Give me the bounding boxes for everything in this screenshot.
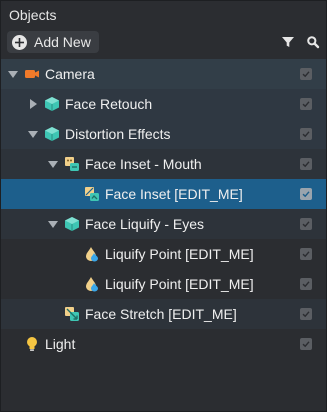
visibility-checkbox[interactable] <box>300 248 312 260</box>
tree-item-label: Face Stretch [EDIT_ME] <box>85 306 237 322</box>
tree-item-camera[interactable]: Camera <box>1 59 326 89</box>
tree-item-liquify-point[interactable]: Liquify Point [EDIT_ME] <box>1 239 326 269</box>
tree-item-label: Face Liquify - Eyes <box>85 216 205 232</box>
visibility-checkbox[interactable] <box>300 68 312 80</box>
face-cube-icon <box>44 96 60 112</box>
object-tree: Camera Face Retouch Distortion Effects F… <box>1 59 326 359</box>
plus-icon <box>12 34 27 50</box>
expand-arrow-icon[interactable] <box>48 159 58 169</box>
tree-item-label: Distortion Effects <box>65 126 171 142</box>
tree-item-face-inset-edit-me[interactable]: Face Inset [EDIT_ME] <box>1 179 326 209</box>
visibility-checkbox[interactable] <box>300 98 312 110</box>
tree-item-label: Liquify Point [EDIT_ME] <box>105 276 254 292</box>
visibility-checkbox[interactable] <box>300 278 312 290</box>
visibility-checkbox[interactable] <box>300 188 312 200</box>
tree-item-face-stretch[interactable]: Face Stretch [EDIT_ME] <box>1 299 326 329</box>
tree-item-label: Face Inset [EDIT_ME] <box>105 186 243 202</box>
face-inset-icon <box>64 156 80 172</box>
tree-item-label: Light <box>45 336 76 352</box>
liquify-drop-icon <box>84 276 100 292</box>
expand-arrow-icon[interactable] <box>8 69 18 79</box>
search-icon[interactable] <box>306 35 320 49</box>
visibility-checkbox[interactable] <box>300 128 312 140</box>
collapse-arrow-icon[interactable] <box>28 99 38 109</box>
tree-item-face-retouch[interactable]: Face Retouch <box>1 89 326 119</box>
face-stretch-icon <box>64 306 80 322</box>
panel-title: Objects <box>9 7 57 23</box>
tree-item-light[interactable]: Light <box>1 329 326 359</box>
tree-item-liquify-point[interactable]: Liquify Point [EDIT_ME] <box>1 269 326 299</box>
add-new-label: Add New <box>34 34 91 50</box>
light-bulb-icon <box>24 336 40 352</box>
face-cube-icon <box>44 126 60 142</box>
tree-item-face-liquify-eyes[interactable]: Face Liquify - Eyes <box>1 209 326 239</box>
objects-toolbar: Add New <box>1 29 326 57</box>
visibility-checkbox[interactable] <box>300 158 312 170</box>
visibility-checkbox[interactable] <box>300 338 312 350</box>
add-new-button[interactable]: Add New <box>7 31 99 53</box>
face-cube-icon <box>64 216 80 232</box>
expand-arrow-icon[interactable] <box>28 129 38 139</box>
liquify-drop-icon <box>84 246 100 262</box>
visibility-checkbox[interactable] <box>300 308 312 320</box>
face-inset-icon <box>84 186 100 202</box>
objects-panel: Objects Add New Camera Face Retouch Dist… <box>0 0 327 412</box>
filter-icon[interactable] <box>281 35 295 49</box>
visibility-checkbox[interactable] <box>300 218 312 230</box>
expand-arrow-icon[interactable] <box>48 219 58 229</box>
camera-icon <box>24 66 40 82</box>
tree-item-label: Camera <box>45 66 95 82</box>
tree-item-distortion-effects[interactable]: Distortion Effects <box>1 119 326 149</box>
tree-item-label: Liquify Point [EDIT_ME] <box>105 246 254 262</box>
tree-item-face-inset-mouth[interactable]: Face Inset - Mouth <box>1 149 326 179</box>
tree-item-label: Face Retouch <box>65 96 153 112</box>
tree-item-label: Face Inset - Mouth <box>85 156 202 172</box>
